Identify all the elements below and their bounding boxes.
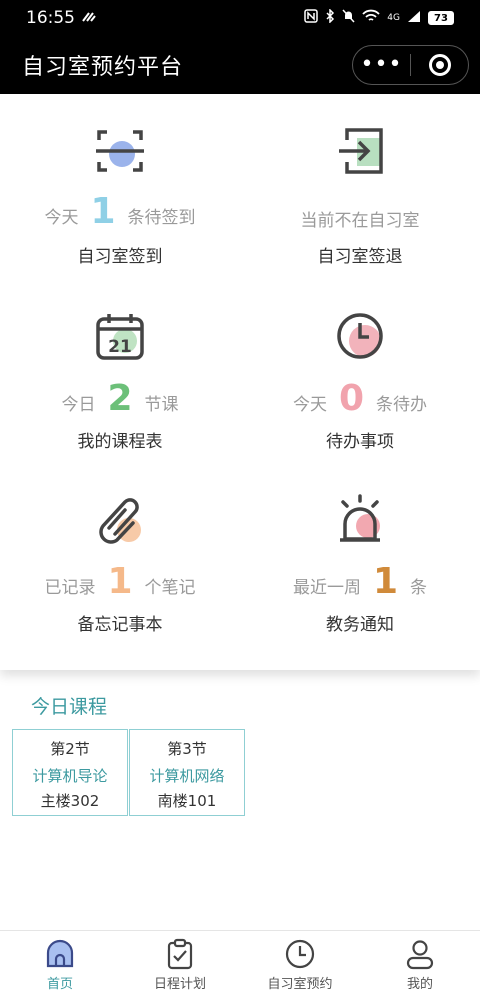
clipboard-check-icon xyxy=(167,938,193,970)
todo-stat-suffix: 条待办 xyxy=(376,395,428,415)
grid-item-notes[interactable]: 已记录 1 个笔记 备忘记事本 xyxy=(0,474,240,654)
grid-item-todo[interactable]: 今天 0 条待办 待办事项 xyxy=(240,289,480,469)
notes-stat-prefix: 已记录 xyxy=(44,578,96,598)
notes-stat: 已记录 1 个笔记 xyxy=(0,564,240,600)
course-name: 计算机网络 xyxy=(149,767,225,785)
course-room: 主楼302 xyxy=(40,792,100,810)
timetable-label: 我的课程表 xyxy=(77,432,163,452)
course-card[interactable]: 第2节 计算机导论 主楼302 xyxy=(12,729,128,816)
user-icon xyxy=(406,940,434,970)
course-period: 第3节 xyxy=(167,740,207,758)
timetable-stat-suffix: 节课 xyxy=(144,395,179,415)
checkin-count: 1 xyxy=(90,191,116,232)
grid-item-checkout[interactable]: 当前不在自习室 自习室签退 xyxy=(240,94,480,274)
notices-label: 教务通知 xyxy=(326,615,394,635)
bluetooth-icon xyxy=(325,8,335,27)
notes-count: 1 xyxy=(107,561,133,602)
calendar-21-icon: 21 xyxy=(96,314,144,360)
grid-item-notices[interactable]: 最近一周 1 条 教务通知 xyxy=(240,474,480,654)
page-title: 自习室预约平台 xyxy=(22,55,184,80)
status-time: 16:55 xyxy=(26,8,75,28)
app-header: 自习室预约平台 ••• xyxy=(0,36,480,94)
tab-schedule-label: 日程计划 xyxy=(153,977,206,992)
tab-home-label: 首页 xyxy=(46,977,73,992)
course-room: 南楼101 xyxy=(157,792,217,810)
feature-grid: 今天 1 条待签到 自习室签到 当前不在自习室 自习室签退 21 今日 2 节课 xyxy=(0,94,480,670)
notes-stat-suffix: 个笔记 xyxy=(144,578,196,598)
network-type: 4G xyxy=(387,13,400,23)
tab-mine[interactable]: 我的 xyxy=(360,931,480,997)
course-period: 第2节 xyxy=(50,740,90,758)
tab-schedule[interactable]: 日程计划 xyxy=(120,931,240,997)
grid-item-checkin[interactable]: 今天 1 条待签到 自习室签到 xyxy=(0,94,240,274)
miniprogram-capsule: ••• xyxy=(352,45,469,85)
notes-label: 备忘记事本 xyxy=(77,615,163,635)
todo-label: 待办事项 xyxy=(326,432,394,452)
notices-stat-suffix: 条 xyxy=(410,578,428,598)
clock-icon xyxy=(285,939,315,969)
nfc-icon xyxy=(304,9,319,27)
checkin-stat-prefix: 今天 xyxy=(44,208,79,228)
timetable-count: 2 xyxy=(107,378,133,419)
mute-bell-icon xyxy=(342,9,355,27)
checkout-stat-text: 当前不在自习室 xyxy=(300,211,420,231)
course-name: 计算机导论 xyxy=(32,767,108,785)
checkout-stat: 当前不在自习室 xyxy=(240,206,480,231)
todo-count: 0 xyxy=(338,378,365,419)
target-circle-icon xyxy=(428,54,451,76)
svg-text:21: 21 xyxy=(108,337,132,357)
checkout-exit-icon xyxy=(339,128,383,174)
notices-count: 1 xyxy=(372,561,399,602)
wifi-icon xyxy=(362,9,380,27)
todo-stat-prefix: 今天 xyxy=(292,395,327,415)
checkout-label: 自习室签退 xyxy=(317,247,403,267)
timetable-stat-prefix: 今日 xyxy=(61,395,96,415)
checkin-stat-suffix: 条待签到 xyxy=(127,208,196,228)
notices-stat: 最近一周 1 条 xyxy=(240,564,480,600)
checkin-stat: 今天 1 条待签到 xyxy=(0,194,240,230)
tab-booking-label: 自习室预约 xyxy=(267,977,333,992)
notices-stat-prefix: 最近一周 xyxy=(292,578,361,598)
grid-item-timetable[interactable]: 21 今日 2 节课 我的课程表 xyxy=(0,289,240,469)
todo-stat: 今天 0 条待办 xyxy=(240,381,480,417)
tab-study-room-booking[interactable]: 自习室预约 xyxy=(240,931,360,997)
today-courses-title: 今日课程 xyxy=(31,696,108,718)
checkin-label: 自习室签到 xyxy=(77,247,163,267)
signal-icon xyxy=(407,10,421,27)
bottom-tab-bar: 首页 日程计划 自习室预约 我的 xyxy=(0,930,480,997)
status-bar: 16:55 4G 73 xyxy=(0,0,480,36)
timetable-stat: 今日 2 节课 xyxy=(0,381,240,417)
paperclip-icon xyxy=(99,498,141,544)
link-icon xyxy=(81,8,97,28)
battery-icon: 73 xyxy=(428,11,454,25)
close-miniprogram-button[interactable] xyxy=(411,54,468,76)
tab-home[interactable]: 首页 xyxy=(0,931,120,997)
tab-mine-label: 我的 xyxy=(406,977,433,992)
course-card[interactable]: 第3节 计算机网络 南楼101 xyxy=(129,729,245,816)
scan-checkin-icon xyxy=(96,130,144,172)
home-icon xyxy=(46,939,74,968)
alarm-notice-icon xyxy=(340,494,380,542)
more-options-icon[interactable]: ••• xyxy=(353,54,410,76)
clock-icon xyxy=(337,313,383,359)
